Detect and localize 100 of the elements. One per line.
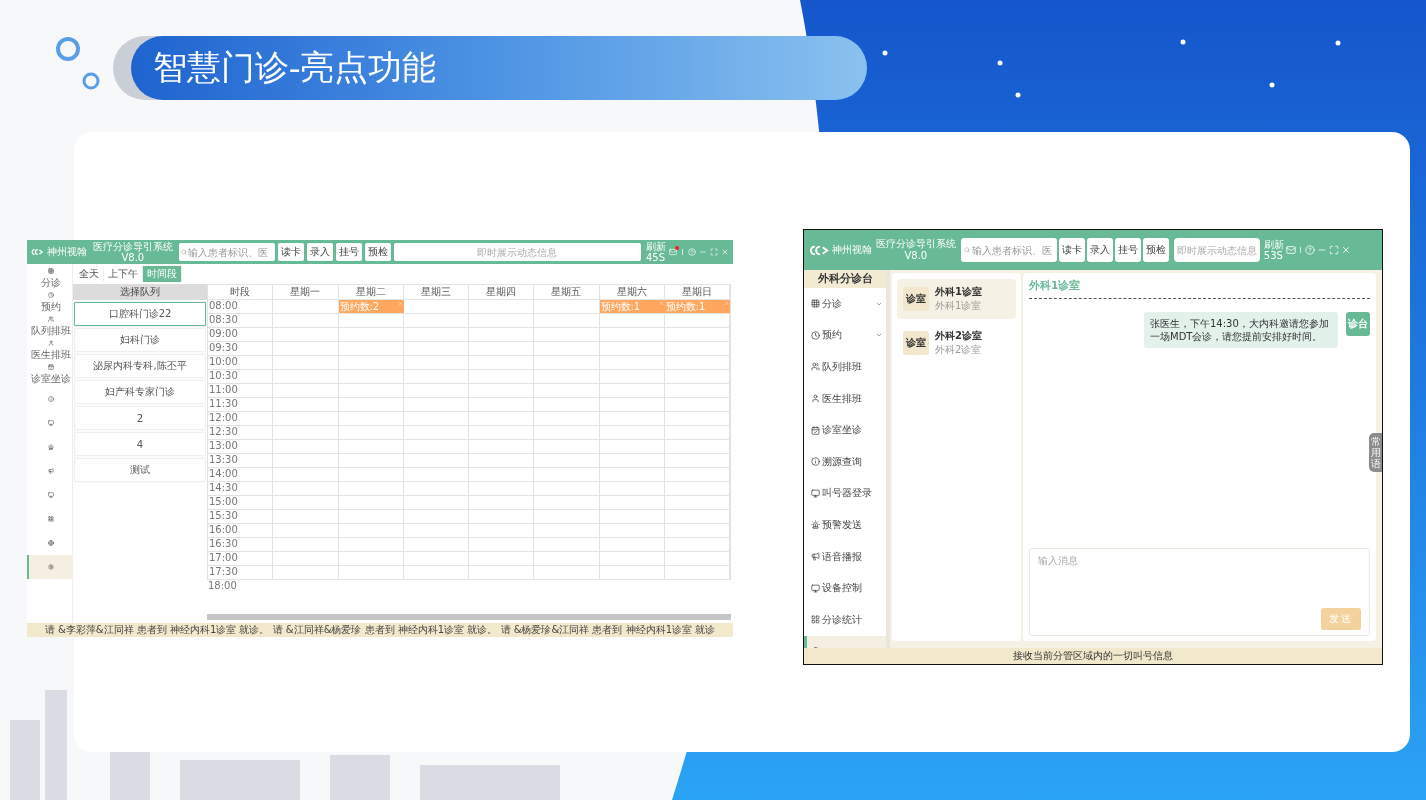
toolbar-button[interactable]: 读卡 — [277, 243, 304, 261]
info-icon — [47, 396, 54, 402]
toolbar-button[interactable]: 挂号 — [1114, 238, 1141, 262]
appointment-count: 预约数:1 — [600, 301, 641, 313]
horizontal-scrollbar[interactable] — [207, 614, 731, 620]
monitor-icon — [47, 420, 54, 426]
grid-cell — [469, 384, 535, 398]
search-input[interactable]: 输入患者标识、医 — [187, 246, 272, 258]
grid-cell — [273, 566, 339, 580]
grid-cell — [338, 552, 404, 566]
grid-cell — [403, 566, 469, 580]
sidebar-item[interactable]: 分诊 — [27, 267, 72, 291]
time-cell: 10:00 — [208, 356, 274, 370]
room-badge: 诊室 — [903, 287, 929, 311]
queue-item[interactable]: 妇科门诊 — [74, 328, 206, 352]
grid-cell — [599, 314, 665, 328]
megaphone-icon — [811, 552, 820, 562]
grid-cell — [469, 524, 535, 538]
grid-cell — [599, 482, 665, 496]
help-icon[interactable] — [1304, 245, 1315, 255]
grid-cell — [403, 328, 469, 342]
toolbar-button[interactable]: 录入 — [306, 243, 333, 261]
ticker-field[interactable]: 即时展示动态信息 — [393, 243, 641, 261]
grid-cell — [599, 538, 665, 552]
sidebar-item[interactable]: 预约 — [27, 291, 72, 315]
sidebar-label: 医生排班 — [822, 391, 863, 406]
clock-icon — [47, 292, 54, 298]
search-field[interactable]: 输入患者标识、医 — [178, 243, 275, 261]
queue-item[interactable]: 测试 — [74, 458, 206, 482]
fullscreen-icon[interactable] — [1328, 245, 1339, 255]
grid-cell — [338, 538, 404, 552]
grid-cell — [469, 300, 535, 314]
queue-item[interactable]: 口腔科门诊22 — [74, 302, 206, 326]
grid-cell — [403, 384, 469, 398]
search-field[interactable]: 输入患者标识、医 — [960, 238, 1057, 262]
grid-cell — [599, 342, 665, 356]
grid-cell — [469, 328, 535, 342]
mail-icon[interactable] — [1285, 245, 1296, 255]
grid-cell — [273, 384, 339, 398]
grid-cell — [273, 524, 339, 538]
toolbar-button[interactable]: 预检 — [1142, 238, 1169, 262]
grid-cell — [469, 370, 535, 384]
grid-cell — [599, 440, 665, 454]
grid-cell — [273, 342, 339, 356]
sidebar-item[interactable] — [27, 555, 72, 579]
message-bubble: 张医生，下午14:30，大内科邀请您参加一场MDT会诊，请您提前安排好时间。 — [1144, 312, 1338, 348]
column-header: 星期三 — [403, 285, 469, 300]
help-icon[interactable] — [688, 248, 696, 256]
slide-title: 智慧门诊-亮点功能 — [131, 36, 867, 100]
refresh-countdown: 45S — [646, 252, 666, 263]
grid-cell — [469, 510, 535, 524]
close-icon[interactable] — [724, 301, 729, 306]
brand-name: 神州视翰 — [831, 243, 872, 257]
grid-cell — [469, 398, 535, 412]
sidebar-item[interactable]: 队列排班 — [27, 315, 72, 339]
queue-item[interactable]: 4 — [74, 432, 206, 456]
close-icon[interactable] — [1340, 245, 1351, 255]
grid-cell — [534, 538, 600, 552]
ticker-field[interactable]: 即时展示动态信息 — [1173, 238, 1260, 262]
grid-cell — [273, 328, 339, 342]
grid-cell — [338, 370, 404, 384]
minimize-icon[interactable] — [699, 248, 707, 256]
grid-cell — [273, 552, 339, 566]
close-icon[interactable] — [658, 301, 664, 306]
calendar-icon — [47, 364, 54, 370]
search-input[interactable]: 输入患者标识、医 — [971, 244, 1054, 256]
queue-item[interactable]: 泌尿内科专科,陈丕平 — [74, 354, 206, 378]
fullscreen-icon[interactable] — [710, 248, 718, 256]
siren-icon — [811, 520, 820, 530]
grid-cell — [599, 524, 665, 538]
grid-icon — [811, 299, 820, 309]
info-icon — [811, 457, 820, 467]
sidebar-label: 设备控制 — [822, 581, 863, 596]
close-icon[interactable] — [721, 248, 729, 256]
close-icon[interactable] — [397, 301, 403, 306]
toolbar-button[interactable]: 读卡 — [1058, 238, 1085, 262]
grid-cell — [534, 566, 600, 580]
grid-cell — [534, 328, 600, 342]
sidebar-label: 队列排班 — [30, 324, 71, 338]
grid-cell — [469, 342, 535, 356]
sidebar-item[interactable]: 医生排班 — [27, 339, 72, 363]
grid-cell — [273, 482, 339, 496]
grid-cell — [534, 510, 600, 524]
grid-cell — [403, 496, 469, 510]
column-header: 星期一 — [273, 285, 339, 300]
grid-cell — [273, 510, 339, 524]
toolbar-button[interactable]: 录入 — [1086, 238, 1113, 262]
megaphone-icon — [47, 468, 54, 474]
grid-cell — [534, 412, 600, 426]
toolbar-button[interactable]: 挂号 — [335, 243, 362, 261]
grid-cell — [273, 412, 339, 426]
grid-cell — [469, 496, 535, 510]
toolbar-button[interactable]: 预检 — [364, 243, 391, 261]
grid-cell — [469, 482, 535, 496]
grid-cell — [469, 356, 535, 370]
mail-icon[interactable] — [669, 248, 677, 256]
queue-item[interactable]: 2 — [74, 406, 206, 430]
queue-item[interactable]: 妇产科专家门诊 — [74, 380, 206, 404]
sidebar-item[interactable]: 诊室坐诊 — [27, 363, 72, 387]
grid-cell — [534, 454, 600, 468]
